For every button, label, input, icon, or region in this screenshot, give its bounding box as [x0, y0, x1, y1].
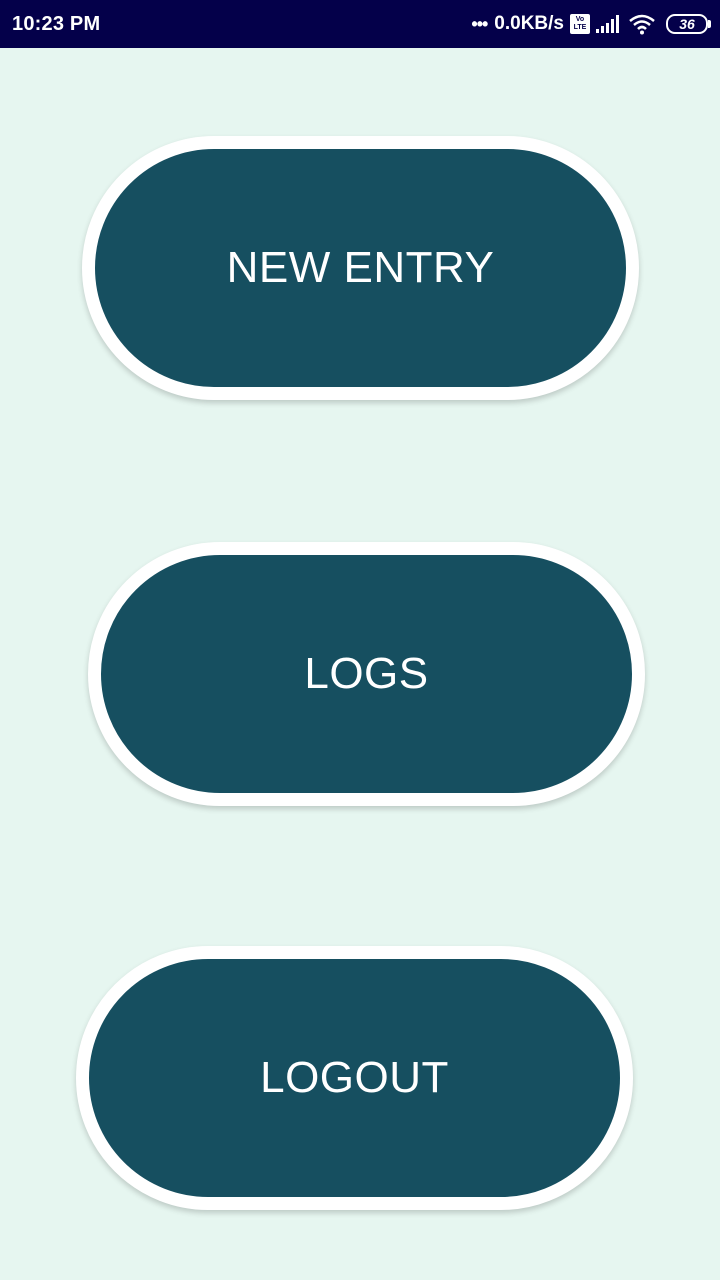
new-entry-button[interactable]: NEW ENTRY — [82, 136, 639, 400]
volte-icon: Vo LTE — [570, 14, 590, 34]
signal-icon — [596, 15, 622, 33]
volte-top-text: Vo — [575, 16, 585, 23]
wifi-icon — [628, 13, 656, 35]
logout-button[interactable]: LOGOUT — [76, 946, 633, 1210]
volte-bottom-text: LTE — [573, 24, 587, 31]
status-time: 10:23 PM — [12, 12, 101, 35]
logs-button[interactable]: LOGS — [88, 542, 645, 806]
battery-icon: 36 — [666, 14, 711, 34]
network-speed: 0.0KB/s — [494, 13, 564, 34]
status-bar: 10:23 PM ••• 0.0KB/s Vo LTE 36 — [0, 0, 720, 48]
notification-dots: ••• — [471, 13, 488, 34]
status-icons: ••• 0.0KB/s Vo LTE 36 — [471, 13, 711, 35]
